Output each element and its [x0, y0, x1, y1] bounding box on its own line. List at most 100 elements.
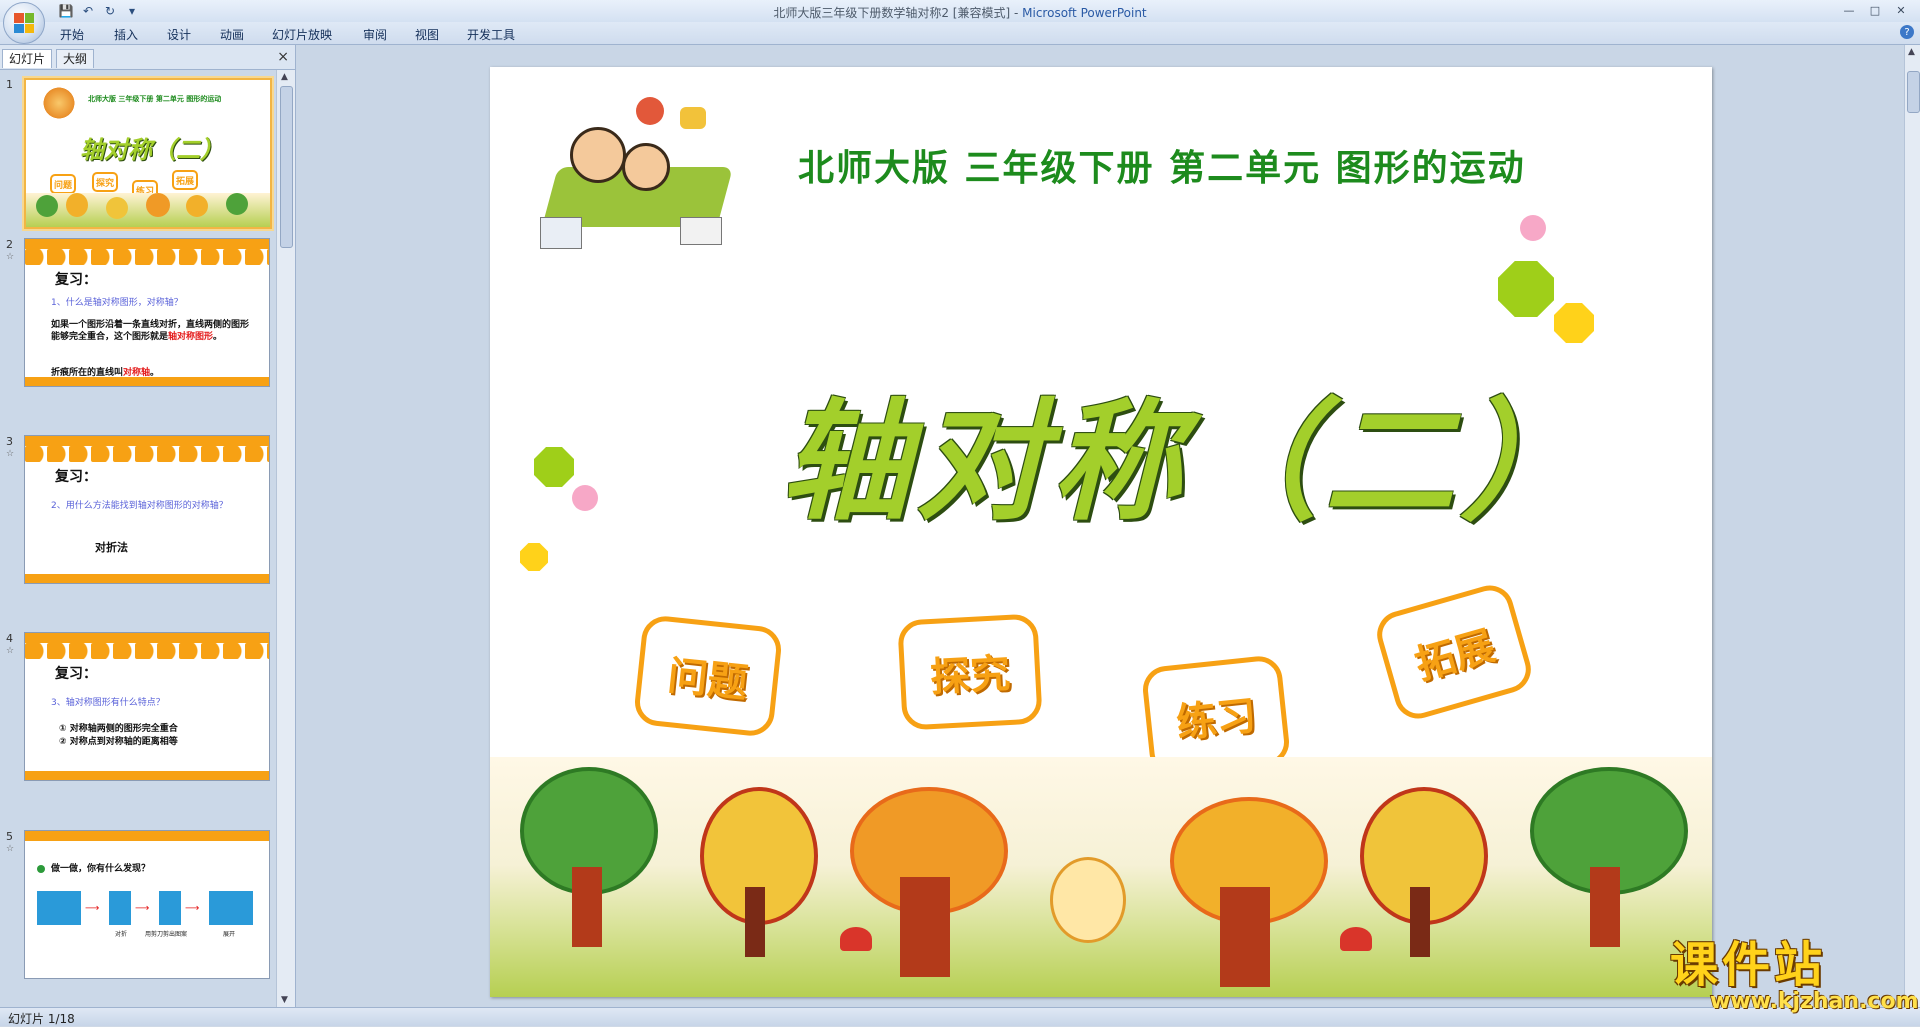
forest-illustration	[490, 757, 1712, 997]
tab-view[interactable]: 视图	[415, 26, 439, 43]
badge-question: 问题	[632, 613, 784, 739]
thumb-heading: 复习：	[55, 666, 97, 682]
watermark-logo-text: 课件站	[1670, 937, 1827, 993]
slides-pane: 幻灯片 大纲 × 1 北师大版 三年级下册 第二单元 图形的运动 轴对称（二） …	[0, 45, 296, 1007]
tab-review[interactable]: 审阅	[363, 26, 387, 43]
animation-star-icon: ☆	[6, 646, 15, 656]
arrow-icon: ⟶	[85, 903, 100, 914]
tab-developer[interactable]: 开发工具	[467, 26, 515, 43]
thumb-badge: 问题	[50, 174, 76, 194]
folded-paper-icon	[109, 891, 131, 925]
unfolded-paper-icon	[209, 891, 253, 925]
thumb-badge: 拓展	[172, 170, 198, 190]
thumb-heading: 复习：	[55, 272, 97, 288]
pink-dot	[1520, 215, 1546, 241]
thumbnail-slide-4[interactable]: 复习： 3、轴对称图形有什么特点？ ① 对称轴两侧的图形完全重合 ② 对称点到对…	[24, 632, 270, 781]
thumb-question: 2、用什么方法能找到轴对称图形的对称轴？	[51, 501, 228, 511]
thumbnail-list: 1 北师大版 三年级下册 第二单元 图形的运动 轴对称（二） 问题 探究 练习 …	[0, 70, 275, 1007]
office-button[interactable]	[3, 2, 45, 44]
minimize-icon[interactable]: —	[1836, 2, 1862, 18]
thumb-answer: 对折法	[95, 541, 128, 554]
scrollbar-thumb[interactable]	[1907, 71, 1920, 113]
pane-tabs: 幻灯片 大纲 ×	[0, 45, 295, 70]
thumbnail-number: 2	[6, 238, 13, 251]
tab-insert[interactable]: 插入	[114, 26, 138, 43]
document-name: 北师大版三年级下册数学轴对称2 [兼容模式]	[773, 6, 1011, 20]
site-watermark: 课件站 www.kjzhan.com	[1670, 925, 1919, 1014]
scroll-up-icon[interactable]: ▲	[281, 72, 288, 82]
scroll-up-icon[interactable]: ▲	[1908, 47, 1915, 57]
thumbnail-number: 3	[6, 435, 13, 448]
window-controls: — □ ✕	[1836, 2, 1914, 18]
window-title: 北师大版三年级下册数学轴对称2 [兼容模式] - Microsoft Power…	[0, 4, 1920, 21]
thumb-highlight: 轴对称图形	[168, 332, 214, 342]
thumbnail-slide-5[interactable]: 做一做，你有什么发现？ ⟶ ⟶ ⟶ 对折 用剪刀剪出图案 展开	[24, 830, 270, 979]
arrow-icon: ⟶	[185, 903, 200, 914]
mushroom-icon	[840, 927, 872, 951]
yellow-octagon	[1554, 303, 1594, 343]
thumbnail-slide-2[interactable]: 复习： 1、什么是轴对称图形，对称轴？ 如果一个图形沿着一条直线对折，直线两侧的…	[24, 238, 270, 387]
kids-illustration-icon	[40, 86, 78, 120]
thumb-question: 1、什么是轴对称图形，对称轴？	[51, 298, 183, 308]
yellow-octagon	[520, 543, 548, 571]
badge-explore: 探究	[897, 613, 1043, 731]
thumb-footer-bar	[25, 574, 269, 583]
title-bar: 💾 ↶ ↻ ▾ 北师大版三年级下册数学轴对称2 [兼容模式] - Microso…	[0, 0, 1920, 22]
badge-extend: 拓展	[1371, 579, 1537, 725]
thumb-title: 轴对称（二）	[80, 136, 224, 164]
tab-slideshow[interactable]: 幻灯片放映	[272, 26, 332, 43]
kids-reading-illustration	[540, 97, 734, 257]
thumb-heading: 做一做，你有什么发现？	[51, 864, 151, 874]
paper-icon	[37, 891, 81, 925]
office-logo-icon	[14, 13, 34, 33]
thumb-point: ② 对称点到对称轴的距离相等	[59, 737, 178, 747]
animation-star-icon: ☆	[6, 844, 15, 854]
thumb-scallop-border	[25, 637, 269, 659]
status-bar: 幻灯片 1/18	[0, 1007, 1920, 1026]
thumb-label: 对折	[115, 931, 128, 938]
pane-close-icon[interactable]: ×	[277, 49, 289, 65]
thumb-scallop-border	[25, 831, 269, 841]
thumb-forest-image	[26, 193, 270, 227]
thumb-footer-bar	[25, 377, 269, 386]
thumb-heading: 复习：	[55, 469, 97, 485]
tab-home[interactable]: 开始	[60, 26, 84, 43]
green-octagon	[534, 447, 574, 487]
mushroom-icon	[1340, 927, 1372, 951]
thumb-label: 展开	[223, 931, 236, 938]
thumbnail-slide-3[interactable]: 复习： 2、用什么方法能找到轴对称图形的对称轴？ 对折法	[24, 435, 270, 584]
animation-star-icon: ☆	[6, 449, 15, 459]
tab-outline[interactable]: 大纲	[56, 49, 95, 68]
current-slide[interactable]: 北师大版 三年级下册 第二单元 图形的运动 轴对称（二） 问题 探究 练习 拓展	[490, 67, 1712, 997]
tab-animations[interactable]: 动画	[220, 26, 244, 43]
thumb-question: 3、轴对称图形有什么特点？	[51, 698, 165, 708]
thumbnail-number: 5	[6, 830, 13, 843]
ribbon-tabs: 开始 插入 设计 动画 幻灯片放映 审阅 视图 开发工具 ?	[0, 22, 1920, 45]
pink-dot	[572, 485, 598, 511]
arrow-icon: ⟶	[135, 903, 150, 914]
help-icon[interactable]: ?	[1900, 25, 1914, 39]
scrollbar-thumb[interactable]	[280, 86, 293, 248]
thumb-badge: 探究	[92, 172, 118, 192]
tab-slides[interactable]: 幻灯片	[2, 49, 53, 68]
tab-design[interactable]: 设计	[167, 26, 191, 43]
scroll-down-icon[interactable]: ▼	[281, 995, 288, 1005]
thumb-footer-bar	[25, 771, 269, 780]
thumbnail-scrollbar[interactable]: ▲ ▼	[276, 70, 295, 1007]
thumb-label: 用剪刀剪出图案	[145, 931, 188, 938]
close-icon[interactable]: ✕	[1888, 2, 1914, 18]
thumbnail-slide-1[interactable]: 北师大版 三年级下册 第二单元 图形的运动 轴对称（二） 问题 探究 练习 拓展	[24, 78, 272, 229]
thumb-body: 如果一个图形沿着一条直线对折，直线两侧的图形能够完全重合，这个图形就是轴对称图形…	[51, 319, 251, 343]
thumb-body-text: 。	[213, 332, 223, 342]
thumb-scallop-border	[25, 440, 269, 462]
maximize-icon[interactable]: □	[1862, 2, 1888, 18]
bullet-icon	[37, 865, 45, 873]
animation-star-icon: ☆	[6, 252, 15, 262]
app-name: Microsoft PowerPoint	[1022, 6, 1147, 20]
slide-counter: 幻灯片 1/18	[8, 1012, 75, 1026]
title-separator: -	[1010, 6, 1023, 20]
thumb-point: ① 对称轴两侧的图形完全重合	[59, 724, 178, 734]
thumb-subtitle: 北师大版 三年级下册 第二单元 图形的运动	[88, 95, 222, 103]
editor-scrollbar[interactable]: ▲	[1904, 45, 1920, 1007]
thumb-scallop-border	[25, 243, 269, 265]
